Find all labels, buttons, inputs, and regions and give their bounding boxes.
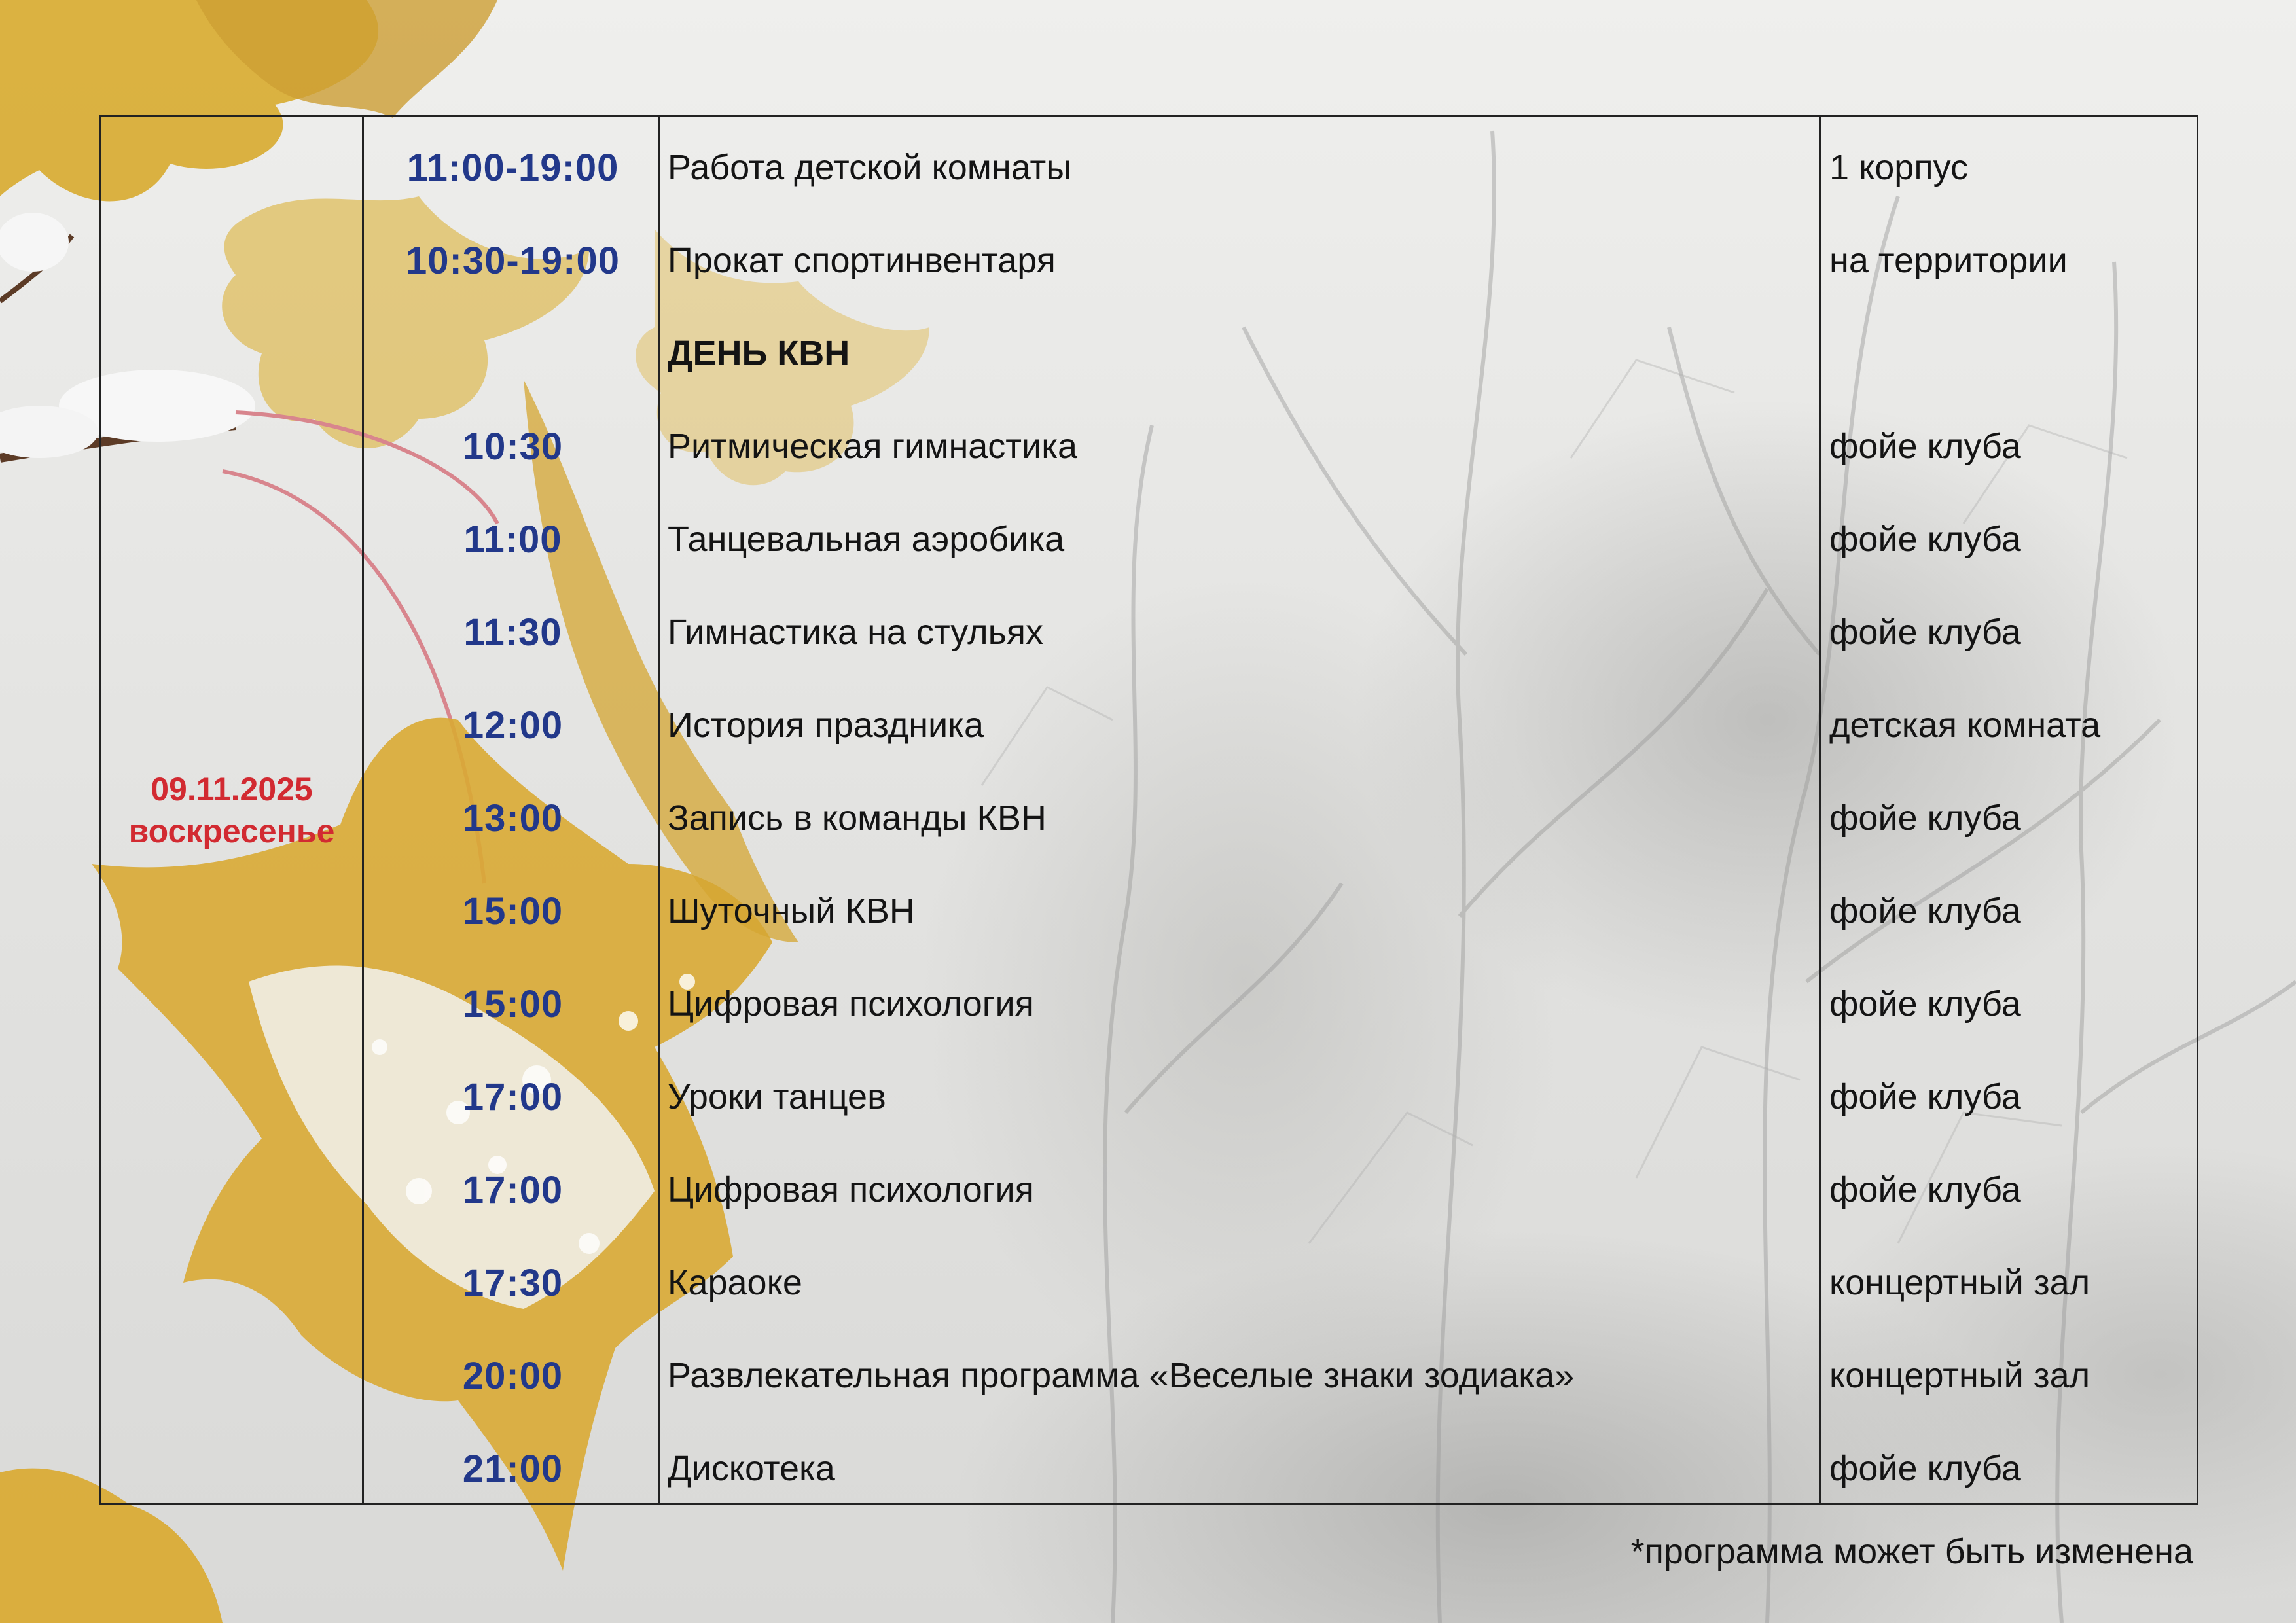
event-cell: Уроки танцев [668,1077,886,1116]
schedule-table: 09.11.2025 воскресенье 11:00-19:00 Работ… [99,115,2198,1505]
place-cell: фойе клуба [1829,1449,2021,1488]
time-cell: 11:00-19:00 [406,146,619,189]
event-cell: Караоке [668,1263,802,1302]
event-cell: Прокат спортинвентаря [668,241,1056,280]
table-row: 11:00-19:00 Работа детской комнаты 1 кор… [101,121,2197,214]
event-cell: Цифровая психология [668,1170,1034,1209]
time-cell: 17:00 [462,1168,564,1211]
table-row: 21:00 Дискотека фойе клуба [101,1422,2197,1515]
table-row: 17:00 Цифровая психология фойе клуба [101,1143,2197,1236]
table-row: 11:00 Танцевальная аэробика фойе клуба [101,493,2197,586]
event-cell: Ритмическая гимнастика [668,427,1078,466]
event-cell: Развлекательная программа «Веселые знаки… [668,1356,1575,1395]
event-cell: Дискотека [668,1449,835,1488]
place-cell: детская комната [1829,705,2101,745]
event-cell: Шуточный КВН [668,891,915,931]
event-cell: Танцевальная аэробика [668,520,1065,559]
time-cell: 15:00 [462,889,564,933]
place-cell: 1 корпус [1829,148,1968,187]
time-cell: 17:00 [462,1075,564,1118]
place-cell [1829,307,2196,400]
place-cell: фойе клуба [1829,798,2021,838]
time-cell: 21:00 [462,1447,564,1490]
place-cell: фойе клуба [1829,984,2021,1024]
table-row: 12:00 История праздника детская комната [101,679,2197,772]
table-row: 15:00 Шуточный КВН фойе клуба [101,865,2197,957]
time-cell: 17:30 [462,1261,564,1304]
table-row: ДЕНЬ КВН [101,307,2197,400]
table-row: 13:00 Запись в команды КВН фойе клуба [101,772,2197,865]
table-row: 10:30 Ритмическая гимнастика фойе клуба [101,400,2197,493]
section-heading: ДЕНЬ КВН [668,334,850,373]
time-cell: 12:00 [462,704,564,747]
time-cell: 11:30 [463,611,562,654]
event-cell: Цифровая психология [668,984,1034,1024]
place-cell: фойе клуба [1829,1077,2021,1116]
place-cell: на территории [1829,241,2068,280]
place-cell: концертный зал [1829,1263,2090,1302]
time-cell: 11:00 [463,518,562,561]
event-cell: Гимнастика на стульях [668,613,1043,652]
table-row: 11:30 Гимнастика на стульях фойе клуба [101,586,2197,679]
table-row: 15:00 Цифровая психология фойе клуба [101,957,2197,1050]
place-cell: фойе клуба [1829,891,2021,931]
time-cell [364,307,662,400]
place-cell: концертный зал [1829,1356,2090,1395]
table-row: 17:00 Уроки танцев фойе клуба [101,1050,2197,1143]
table-row: 17:30 Караоке концертный зал [101,1236,2197,1329]
time-cell: 13:00 [462,796,564,840]
place-cell: фойе клуба [1829,1170,2021,1209]
table-row: 20:00 Развлекательная программа «Веселые… [101,1329,2197,1422]
time-cell: 10:30-19:00 [406,239,620,282]
table-row: 10:30-19:00 Прокат спортинвентаря на тер… [101,214,2197,307]
event-cell: Запись в команды КВН [668,798,1047,838]
event-cell: История праздника [668,705,984,745]
time-cell: 20:00 [462,1354,564,1397]
event-cell: Работа детской комнаты [668,148,1072,187]
time-cell: 15:00 [462,982,564,1026]
place-cell: фойе клуба [1829,613,2021,652]
place-cell: фойе клуба [1829,520,2021,559]
footnote: *программа может быть изменена [1630,1532,2193,1571]
time-cell: 10:30 [462,425,564,468]
place-cell: фойе клуба [1829,427,2021,466]
